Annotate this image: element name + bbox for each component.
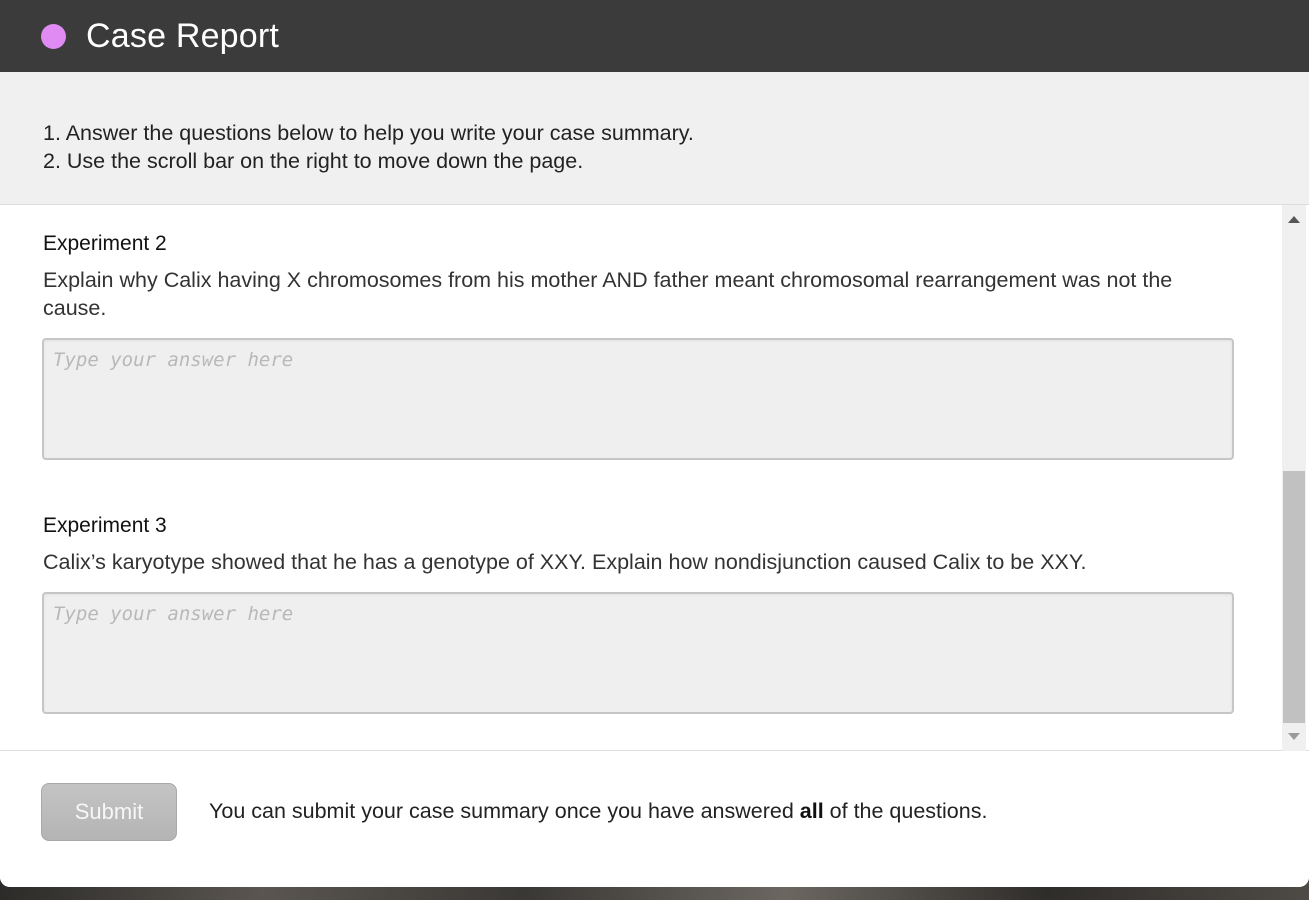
- question-text: Calix’s karyotype showed that he has a g…: [43, 550, 1087, 574]
- instruction-line-2: 2. Use the scroll bar on the right to mo…: [43, 149, 584, 173]
- instruction-line-1: 1. Answer the questions below to help yo…: [43, 121, 694, 145]
- submit-button[interactable]: Submit: [41, 783, 177, 841]
- question-title: Experiment 3: [43, 514, 167, 537]
- question-text: Explain why Calix having X chromosomes f…: [43, 268, 1173, 320]
- status-dot-icon: [41, 23, 66, 49]
- scroll-down-arrow-icon[interactable]: [1288, 733, 1300, 740]
- questions-scroll-area[interactable]: Experiment 2 Explain why Calix having X …: [0, 205, 1309, 751]
- dialog-title: Case Report: [86, 16, 280, 55]
- submit-note-text: You can submit your case summary once yo…: [209, 799, 800, 823]
- submit-note: You can submit your case summary once yo…: [209, 799, 987, 824]
- scroll-up-arrow-icon[interactable]: [1288, 216, 1300, 223]
- answer-input-experiment-3[interactable]: [42, 592, 1234, 714]
- scrollbar-thumb[interactable]: [1283, 471, 1305, 723]
- answer-input-experiment-2[interactable]: [42, 338, 1234, 460]
- case-report-dialog: Case Report 1. Answer the questions belo…: [0, 0, 1309, 887]
- submit-note-emphasis: all: [799, 799, 824, 823]
- dialog-footer: Submit You can submit your case summary …: [0, 751, 1309, 886]
- submit-note-text-end: of the questions.: [823, 799, 988, 823]
- instructions-panel: 1. Answer the questions below to help yo…: [0, 72, 1309, 205]
- dialog-header: Case Report: [0, 0, 1309, 72]
- vertical-scrollbar[interactable]: [1282, 205, 1306, 751]
- question-title: Experiment 2: [43, 232, 167, 255]
